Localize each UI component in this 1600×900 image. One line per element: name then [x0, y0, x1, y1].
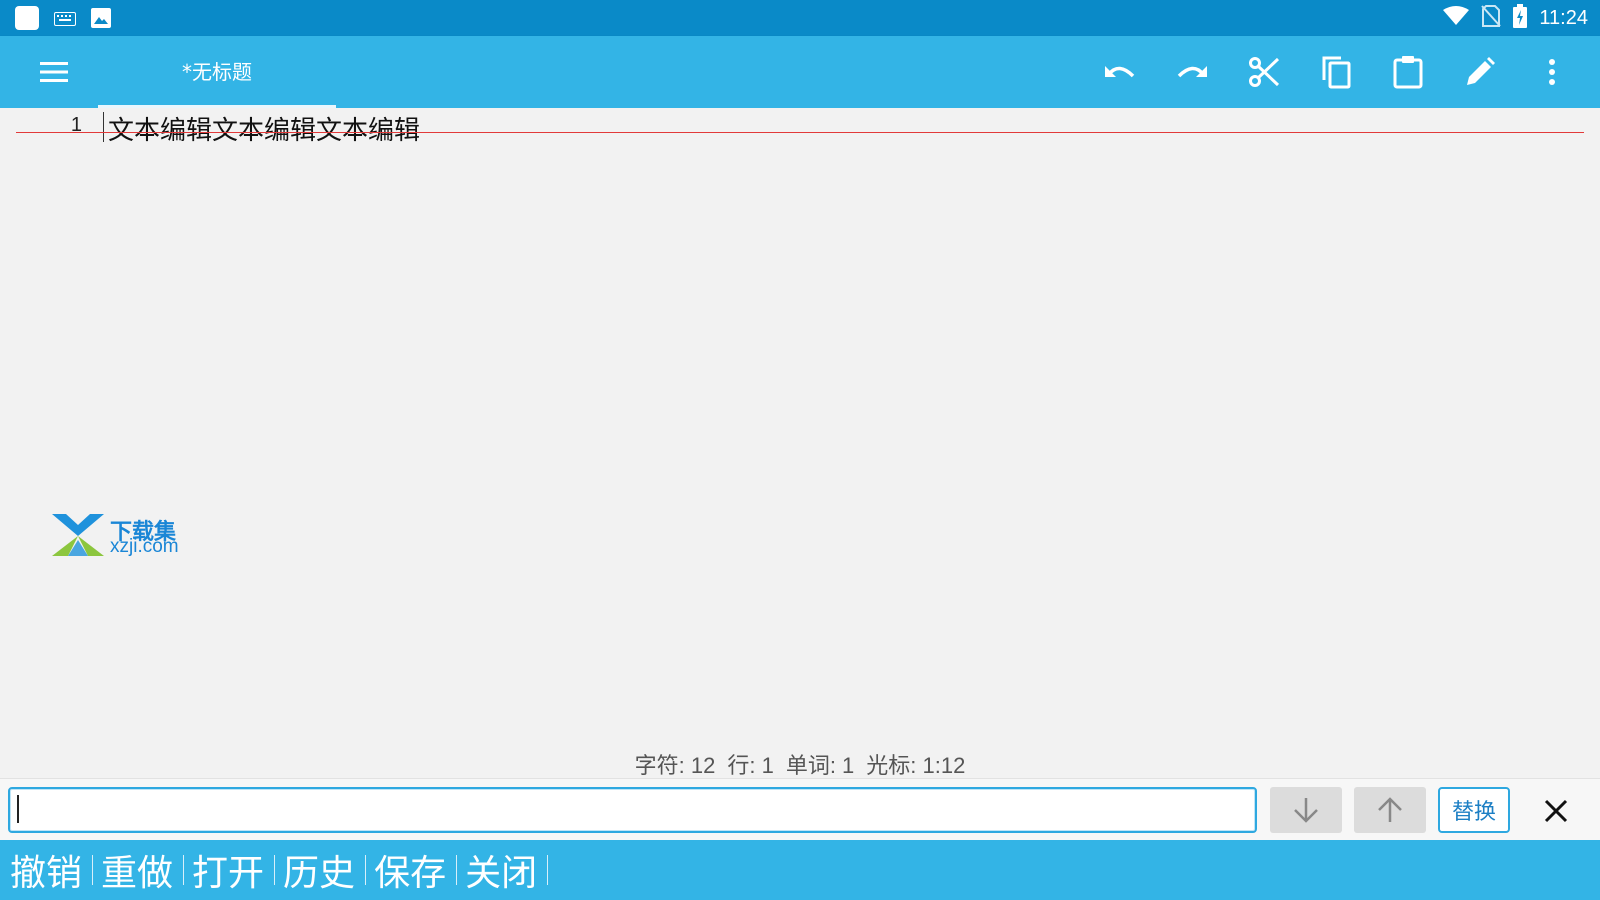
more-options-button[interactable]: [1532, 52, 1572, 92]
search-bar: 替换: [0, 778, 1600, 840]
shortcut-close[interactable]: 关闭: [465, 844, 556, 896]
char-count: 字符: 12: [634, 753, 716, 778]
paste-button[interactable]: [1388, 52, 1428, 92]
status-time: 11:24: [1539, 6, 1588, 29]
line-count: 行: 1: [727, 753, 774, 778]
arrow-down-icon: [1294, 798, 1318, 823]
shortcut-bar: 撤销 重做 打开 历史 保存 关闭: [0, 840, 1600, 900]
search-cursor: [17, 795, 19, 823]
image-icon: [90, 7, 112, 33]
text-editor[interactable]: 1 文本编辑文本编辑文本编辑 下载集 xzji.com: [0, 108, 1600, 776]
scissors-icon: [1249, 57, 1280, 87]
keyboard-icon: [54, 11, 76, 30]
tab-untitled[interactable]: *无标题: [98, 36, 336, 108]
edit-button[interactable]: [1460, 52, 1500, 92]
status-bar-left: [14, 5, 112, 35]
clipboard-icon: [1393, 56, 1423, 89]
watermark-url: xzji.com: [110, 536, 179, 557]
shortcut-save[interactable]: 保存: [374, 844, 465, 896]
watermark-logo-icon: [52, 514, 104, 556]
line-number: 1: [70, 114, 82, 136]
menu-button[interactable]: [34, 54, 74, 90]
copy-button[interactable]: [1316, 52, 1356, 92]
no-sim-icon: [1481, 5, 1502, 31]
shortcut-redo[interactable]: 重做: [101, 844, 192, 896]
close-icon: [1544, 799, 1568, 823]
search-input[interactable]: [8, 787, 1257, 833]
app-square-icon: [14, 5, 40, 35]
battery-charging-icon: [1513, 4, 1528, 32]
arrow-up-icon: [1378, 797, 1402, 822]
cursor-position: 光标: 1:12: [866, 753, 966, 778]
status-bar: 11:24: [0, 0, 1600, 36]
cut-button[interactable]: [1244, 52, 1284, 92]
document-stats: 字符: 12 行: 1 单词: 1 光标: 1:12: [0, 748, 1600, 780]
shortcut-undo[interactable]: 撤销: [10, 844, 101, 896]
find-previous-button[interactable]: [1354, 787, 1426, 833]
app-toolbar: *无标题: [0, 36, 1600, 108]
close-search-button[interactable]: [1536, 791, 1576, 831]
redo-button[interactable]: [1172, 52, 1212, 92]
more-vert-icon: [1549, 59, 1555, 85]
pencil-icon: [1467, 57, 1495, 85]
shortcut-history[interactable]: 历史: [283, 844, 374, 896]
find-next-button[interactable]: [1270, 787, 1342, 833]
watermark: 下载集 xzji.com: [50, 512, 210, 564]
text-cursor: [103, 112, 104, 142]
undo-icon: [1105, 66, 1135, 78]
word-count: 单词: 1: [785, 753, 855, 778]
undo-button[interactable]: [1100, 52, 1140, 92]
current-line-rule: [16, 132, 1584, 133]
replace-button[interactable]: 替换: [1438, 787, 1510, 833]
status-bar-right: 11:24: [1443, 0, 1588, 36]
editor-line[interactable]: 文本编辑文本编辑文本编辑: [108, 110, 420, 147]
shortcut-open[interactable]: 打开: [192, 844, 283, 896]
redo-icon: [1177, 66, 1207, 78]
wifi-icon: [1443, 6, 1470, 30]
hamburger-menu-icon: [40, 62, 68, 82]
copy-icon: [1322, 56, 1351, 89]
